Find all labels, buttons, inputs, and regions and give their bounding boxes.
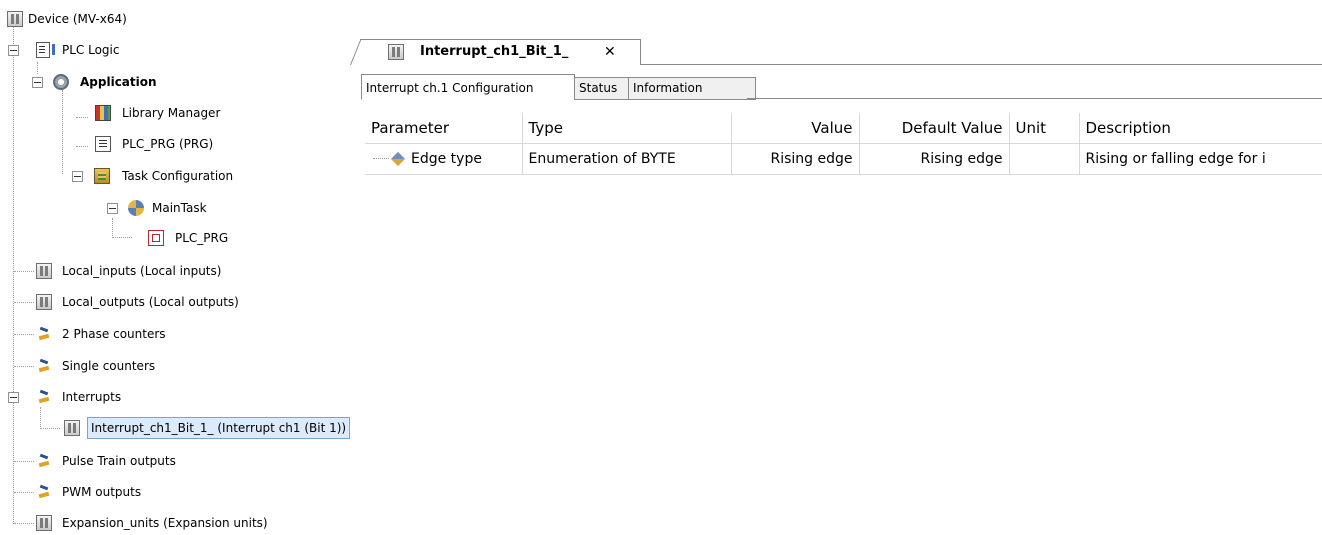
collapse-toggle[interactable] (107, 203, 118, 214)
tree-line (112, 218, 113, 238)
cell-parameter[interactable]: Edge type (365, 143, 523, 175)
tree-node-label: Application (80, 75, 157, 89)
counter-folder-icon (36, 389, 52, 405)
collapse-toggle[interactable] (8, 392, 19, 403)
tree-line (76, 146, 88, 147)
tree-line (14, 523, 34, 524)
tree-line (14, 302, 34, 303)
tree-node-label: PLC_PRG (175, 231, 229, 245)
tree-node-label: Local_inputs (Local inputs) (62, 264, 222, 278)
cell-description: Rising or falling edge for i (1079, 143, 1322, 175)
tree-line (373, 158, 389, 159)
column-header-type[interactable]: Type (522, 113, 732, 144)
tree-line (14, 271, 34, 272)
device-icon (36, 294, 52, 310)
device-icon (36, 263, 52, 279)
program-document-icon (95, 136, 111, 152)
tree-node-label: Device (MV-x64) (28, 12, 127, 26)
counter-folder-icon (36, 453, 52, 469)
program-call-icon (148, 230, 164, 246)
tree-node-label: Pulse Train outputs (62, 454, 176, 468)
tree-node-label-selected: Interrupt_ch1_Bit_1_ (Interrupt ch1 (Bit… (87, 417, 351, 439)
tab-status[interactable]: Status (574, 77, 630, 100)
device-tree: Device (MV-x64) PLC Logic Application Li… (0, 0, 410, 534)
parameter-icon (390, 151, 406, 167)
application-gear-icon (53, 74, 69, 90)
table-header-row: Parameter Type Value Default Value Unit … (365, 113, 1322, 144)
tree-node-label: Single counters (62, 359, 156, 373)
tab-baseline (747, 98, 1322, 99)
column-header-unit[interactable]: Unit (1009, 113, 1080, 144)
collapse-toggle[interactable] (8, 45, 19, 56)
tree-node-label: 2 Phase counters (62, 327, 166, 341)
tree-line (37, 62, 38, 74)
tree-node-label: Local_outputs (Local outputs) (62, 295, 239, 309)
plc-logic-icon (36, 42, 55, 58)
tab-interrupt-configuration[interactable]: Interrupt ch.1 Configuration (361, 74, 575, 100)
close-icon[interactable]: ✕ (604, 40, 616, 64)
task-icon (128, 200, 144, 216)
device-icon (64, 420, 80, 436)
tree-node-label: PLC_PRG (PRG) (122, 137, 214, 151)
tree-line (40, 428, 60, 429)
cell-default-value: Rising edge (859, 143, 1010, 175)
tree-line (14, 366, 34, 367)
counter-folder-icon (36, 358, 52, 374)
tree-line (40, 407, 41, 427)
table-row[interactable]: Edge type Enumeration of BYTE Rising edg… (365, 143, 1322, 175)
tree-line (13, 24, 14, 524)
tree-node-label: Interrupts (62, 390, 122, 404)
tree-line (62, 90, 63, 174)
tree-line (14, 461, 34, 462)
tree-line (112, 237, 132, 238)
task-configuration-icon (94, 168, 110, 184)
tree-node-label: PWM outputs (62, 485, 142, 499)
tree-line (76, 117, 88, 118)
counter-folder-icon (36, 484, 52, 500)
parameter-name: Edge type (411, 151, 482, 167)
cell-type: Enumeration of BYTE (522, 143, 732, 175)
device-icon (7, 11, 23, 27)
column-header-parameter[interactable]: Parameter (365, 113, 523, 144)
column-header-default-value[interactable]: Default Value (859, 113, 1010, 144)
library-books-icon (95, 105, 111, 121)
column-header-description[interactable]: Description (1079, 113, 1322, 144)
device-icon (36, 515, 52, 531)
collapse-toggle[interactable] (32, 77, 43, 88)
tree-node-label: PLC Logic (62, 43, 120, 57)
collapse-toggle[interactable] (72, 171, 83, 182)
column-header-value[interactable]: Value (731, 113, 860, 144)
device-icon (388, 44, 404, 60)
tree-node-label: Task Configuration (122, 169, 234, 183)
parameter-table: Parameter Type Value Default Value Unit … (365, 113, 1322, 175)
tab-information[interactable]: Information (628, 77, 756, 100)
document-tab-strip: Interrupt_ch1_Bit_1_ ✕ (352, 38, 1322, 65)
document-tab-label: Interrupt_ch1_Bit_1_ (420, 44, 569, 59)
counter-folder-icon (36, 326, 52, 342)
tree-line (14, 334, 34, 335)
cell-unit (1009, 143, 1080, 175)
device-editor: Interrupt_ch1_Bit_1_ ✕ Interrupt ch.1 Co… (352, 38, 1322, 200)
tree-line (14, 492, 34, 493)
cell-value[interactable]: Rising edge (731, 143, 860, 175)
tree-node-label: Expansion_units (Expansion units) (62, 516, 268, 530)
tree-node-label: MainTask (152, 201, 207, 215)
document-tab[interactable]: Interrupt_ch1_Bit_1_ ✕ (360, 39, 641, 65)
tree-node-label: Library Manager (122, 106, 221, 120)
